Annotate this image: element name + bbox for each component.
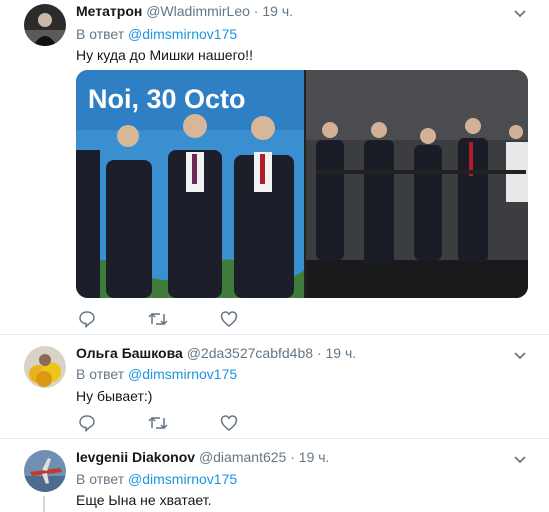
thread-connector (43, 496, 45, 512)
reply-prefix: В ответ (76, 26, 125, 42)
reply-prefix: В ответ (76, 471, 125, 487)
tweet-text: Ну куда до Мишки нашего!! (76, 47, 253, 63)
chevron-down-icon[interactable] (513, 452, 527, 466)
reply-context: В ответ @dimsmirnov175 (76, 471, 237, 487)
tweet-media[interactable]: Noi, 30 Octo (76, 70, 528, 298)
reply-mention-link[interactable]: @dimsmirnov175 (128, 26, 237, 42)
reply-icon[interactable] (78, 310, 98, 330)
timestamp[interactable]: 19 ч. (299, 449, 330, 465)
avatar[interactable] (24, 4, 66, 46)
tweet-2[interactable]: Ольга Башкова @2da3527cabfd4b8 · 19 ч. В… (0, 334, 549, 439)
reply-icon[interactable] (78, 414, 98, 434)
chevron-down-icon[interactable] (513, 348, 527, 362)
media-caption-text: Noi, 30 Octo (88, 84, 246, 114)
tweet-text: Ну бывает:) (76, 388, 153, 404)
reply-prefix: В ответ (76, 366, 125, 382)
like-icon[interactable] (220, 310, 240, 330)
separator-dot: · (253, 3, 259, 19)
tweet-text: Еще Ына не хватает. (76, 492, 212, 508)
separator-dot: · (290, 449, 295, 465)
timestamp[interactable]: 19 ч. (262, 3, 293, 19)
timestamp[interactable]: 19 ч. (325, 345, 356, 361)
author-name[interactable]: Ievgenii Diakonov (76, 449, 195, 465)
avatar[interactable] (24, 450, 66, 492)
separator-dot: · (316, 345, 322, 361)
author-name[interactable]: Ольга Башкова (76, 345, 183, 361)
media-photo-right[interactable] (306, 70, 528, 298)
like-icon[interactable] (220, 414, 240, 434)
author-handle[interactable]: @diamant625 (199, 449, 286, 465)
chevron-down-icon[interactable] (513, 6, 527, 20)
author-handle[interactable]: @WladimmirLeo (146, 3, 250, 19)
reply-context: В ответ @dimsmirnov175 (76, 26, 237, 42)
reply-mention-link[interactable]: @dimsmirnov175 (128, 471, 237, 487)
tweet-1[interactable]: Метатрон @WladimmirLeo · 19 ч. В ответ @… (0, 0, 549, 335)
tweet-3[interactable]: Ievgenii Diakonov @diamant625 · 19 ч. В … (0, 438, 549, 512)
author-name[interactable]: Метатрон (76, 3, 142, 19)
retweet-icon[interactable] (148, 414, 168, 434)
reply-mention-link[interactable]: @dimsmirnov175 (128, 366, 237, 382)
avatar[interactable] (24, 346, 66, 388)
author-handle[interactable]: @2da3527cabfd4b8 (187, 345, 313, 361)
reply-context: В ответ @dimsmirnov175 (76, 366, 237, 382)
retweet-icon[interactable] (148, 310, 168, 330)
